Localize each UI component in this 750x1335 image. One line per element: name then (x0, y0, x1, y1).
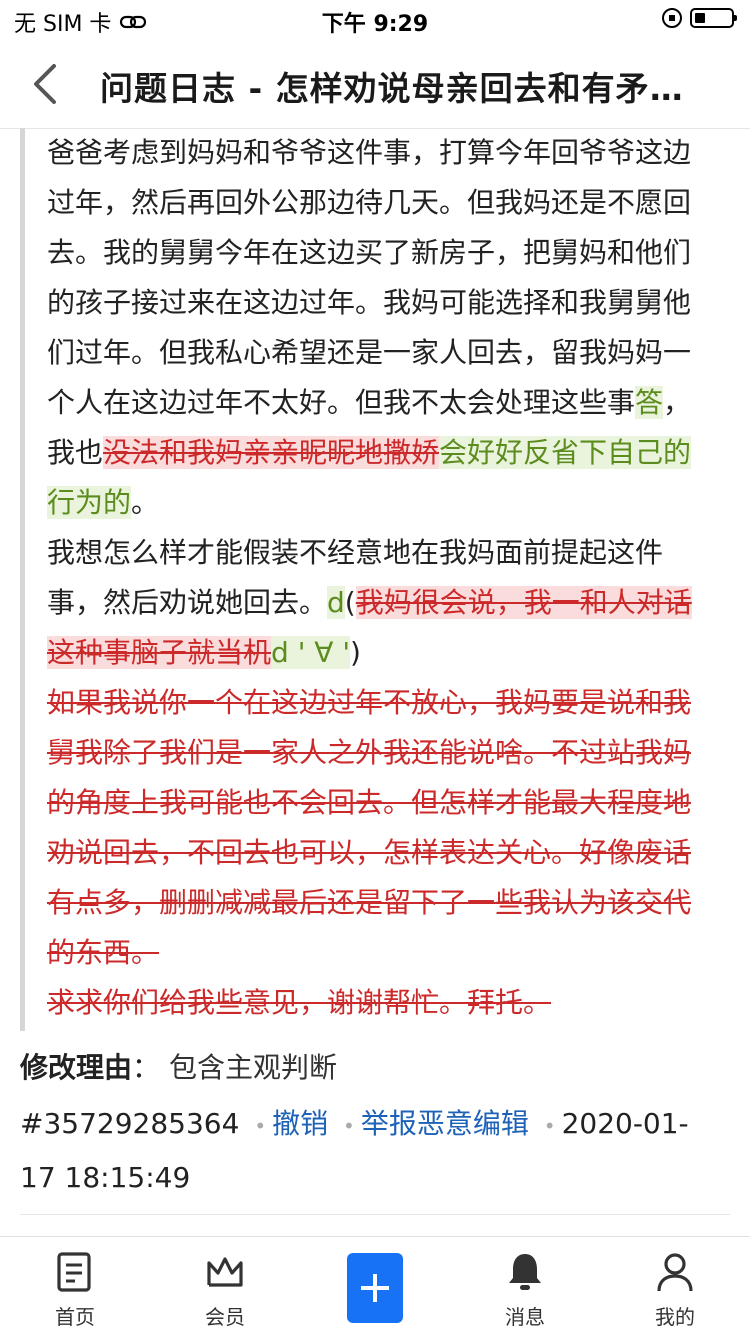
tab-membership[interactable]: 会员 (175, 1237, 275, 1335)
diff-deletion: 求求你们给我些意见，谢谢帮忙。拜托。 (47, 986, 552, 1019)
orientation-lock-icon (662, 8, 682, 28)
page-title: 问题日志 - 怎样劝说母亲回去和有矛盾的家人一起过年？ (100, 69, 700, 108)
document-icon (57, 1252, 91, 1292)
status-bar: 无 SIM 卡 下午 9:29 (0, 0, 750, 40)
status-time: 下午 9:29 (321, 12, 429, 37)
bell-icon (509, 1254, 541, 1290)
tab-label: 消息 (505, 1305, 545, 1329)
edit-reason: 修改理由： 包含主观判断 (20, 1046, 337, 1090)
nav-bar: 问题日志 - 怎样劝说母亲回去和有矛盾的家人一起过年？ (0, 40, 750, 129)
diff-insertion: 答 (635, 386, 664, 419)
tab-profile[interactable]: 我的 (625, 1237, 725, 1335)
revert-link[interactable]: 撤销 (272, 1107, 328, 1140)
add-button[interactable] (347, 1253, 403, 1323)
reason-separator: ： (132, 1051, 161, 1084)
divider (20, 1214, 730, 1215)
chevron-left-icon (34, 64, 56, 104)
content: 爸爸考虑到妈妈和爷爷这件事，打算今年回爷爷这边过年，然后再回外公那边待几天。但我… (0, 128, 750, 1236)
diff-text-segment: 爸爸考虑到妈妈和爷爷这件事，打算今年回爷爷这边过年，然后再回外公那边待几天。但我… (47, 136, 692, 419)
reason-label: 修改理由 (20, 1051, 133, 1084)
diff-deletion: 没法和我妈亲亲昵昵地撒娇 (103, 436, 440, 469)
tab-messages[interactable]: 消息 (475, 1237, 575, 1335)
separator-dot: • (254, 1114, 267, 1138)
edit-meta: #35729285364 • 撤销 • 举报恶意编辑 • 2020-01-17 18:… (20, 1098, 720, 1204)
report-link[interactable]: 举报恶意编辑 (361, 1107, 529, 1140)
diff-insertion: d (327, 586, 345, 619)
tab-home[interactable]: 首页 (25, 1237, 125, 1335)
back-button[interactable] (26, 60, 66, 108)
reason-value: 包含主观判断 (168, 1051, 337, 1084)
status-right (662, 8, 737, 28)
separator-dot: • (343, 1114, 355, 1138)
battery-icon (690, 8, 737, 28)
tab-label: 会员 (205, 1305, 245, 1329)
diff-text: 爸爸考虑到妈妈和爷爷这件事，打算今年回爷爷这边过年，然后再回外公那边待几天。但我… (47, 128, 711, 1028)
person-icon (657, 1253, 693, 1292)
diff-text-segment: 。 (131, 486, 160, 519)
diff-deletion: 如果我说你一个在这边过年不放心，我妈要是说和我舅我除了我们是一家人之外我还能说啥… (47, 686, 692, 969)
diff-block: 爸爸考虑到妈妈和爷爷这件事，打算今年回爷爷这边过年，然后再回外公那边待几天。但我… (20, 128, 715, 1031)
tab-bar: 首页 会员 消息 我的 (0, 1236, 750, 1335)
diff-text-segment: ( (344, 586, 356, 619)
tab-label: 首页 (55, 1305, 95, 1329)
crown-icon (207, 1257, 243, 1287)
diff-insertion: d ' ∀ ' (271, 636, 351, 669)
separator-dot: • (543, 1114, 556, 1138)
diff-text-segment: ) (350, 636, 361, 669)
revision-id: #35729285364 (20, 1107, 240, 1140)
tab-label: 我的 (655, 1305, 695, 1329)
